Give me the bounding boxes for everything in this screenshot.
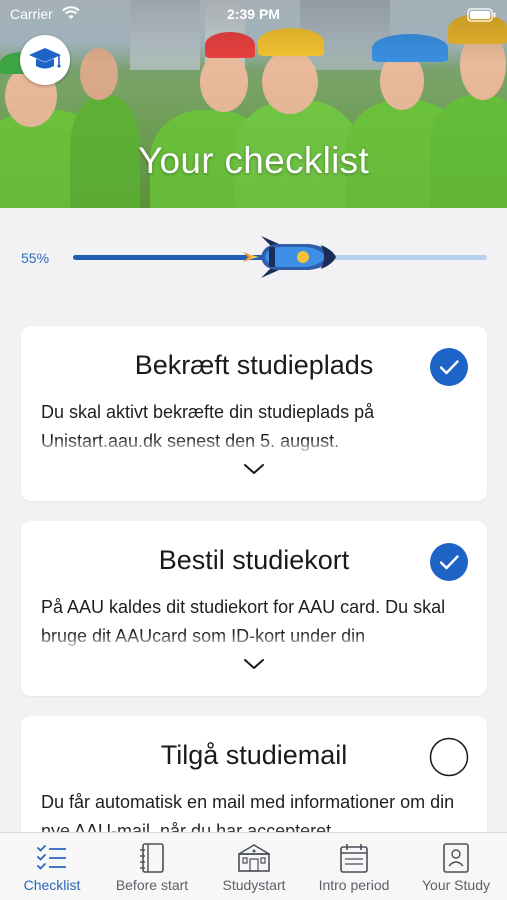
checklist-item-title: Bestil studiekort (158, 545, 350, 575)
tab-intro-period[interactable]: Intro period (308, 833, 400, 900)
checklist-item-description: Du skal aktivt bekræfte din studieplads … (41, 398, 471, 456)
checklist-item[interactable]: Bestil studiekort På AAU kaldes dit stud… (21, 521, 487, 696)
graduation-cap-icon (29, 48, 61, 69)
tab-label: Checklist (23, 877, 81, 893)
chevron-down-icon[interactable] (243, 657, 265, 671)
tab-label: Intro period (318, 877, 390, 893)
checklist-icon (37, 845, 66, 870)
tab-your-study[interactable]: Your Study (410, 833, 502, 900)
hero-image: Your checklist (0, 0, 507, 208)
battery-icon (467, 8, 496, 22)
clock: 2:39 PM (227, 6, 280, 22)
checkmark-icon[interactable] (429, 347, 469, 387)
tab-label: Your Study (422, 877, 490, 893)
checkmark-icon[interactable] (429, 542, 469, 582)
tab-label: Studystart (222, 877, 286, 893)
tab-studystart[interactable]: Studystart (208, 833, 300, 900)
checklist-item[interactable]: Bekræft studieplads Du skal aktivt bekræ… (21, 326, 487, 501)
tab-before-start[interactable]: Before start (104, 833, 200, 900)
chevron-down-icon[interactable] (243, 462, 265, 476)
status-bar: Carrier 2:39 PM (0, 0, 507, 30)
checklist-item-title: Bekræft studieplads (134, 350, 374, 380)
tab-label: Before start (115, 877, 189, 893)
page-title: Your checklist (137, 140, 370, 181)
checklist-item-title: Tilgå studiemail (160, 740, 348, 770)
rocket-icon (242, 236, 336, 278)
tab-bar: Checklist Before start Studystart Intro … (0, 832, 507, 900)
progress-percent: 55% (21, 250, 50, 266)
calendar-icon (340, 844, 368, 873)
building-icon (238, 844, 270, 872)
checklist-item-description: På AAU kaldes dit studiekort for AAU car… (41, 593, 471, 651)
app-logo (20, 35, 70, 85)
empty-circle-icon[interactable] (429, 737, 469, 777)
tab-checklist[interactable]: Checklist (8, 833, 96, 900)
id-card-icon (443, 843, 469, 873)
notebook-icon (140, 843, 164, 873)
